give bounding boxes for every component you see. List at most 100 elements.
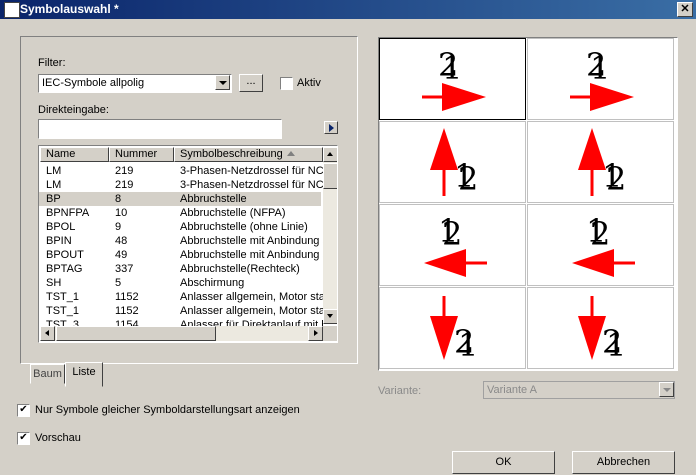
arrow-up-icon — [327, 152, 333, 156]
app-icon — [4, 2, 20, 18]
sort-ascending-icon — [287, 151, 295, 156]
column-header-description-label: Symbolbeschreibung — [180, 148, 283, 160]
table-row[interactable]: TST_1 1152 Anlasser allgemein, Motor sta — [39, 290, 323, 304]
cell-number: 9 — [115, 221, 122, 233]
table-row[interactable]: SH 5 Abschirmung — [39, 276, 321, 290]
symbol-pin-number: 2 — [590, 215, 611, 253]
vertical-scrollbar[interactable] — [323, 147, 337, 324]
symbol-preview-grid: 2121121212122121 — [378, 37, 678, 371]
cell-description: Abbruchstelle (NFPA) — [180, 207, 286, 219]
cancel-button[interactable]: Abbrechen — [572, 451, 675, 474]
cell-name: BPTAG — [46, 263, 83, 275]
scroll-up-button[interactable] — [323, 147, 337, 162]
cell-number: 48 — [115, 235, 128, 247]
cell-name: BPOUT — [46, 249, 84, 261]
table-row[interactable]: BPIN 48 Abbruchstelle mit Anbindung a — [39, 234, 323, 248]
same-representation-checkbox[interactable]: ✔ — [17, 404, 30, 417]
table-row[interactable]: BPOUT 49 Abbruchstelle mit Anbindung a — [39, 248, 323, 262]
table-row[interactable]: BPNFPA 10 Abbruchstelle (NFPA) — [39, 206, 321, 220]
ok-button[interactable]: OK — [452, 451, 555, 474]
cell-description: Abbruchstelle (ohne Linie) — [180, 221, 308, 233]
cell-name: BPOL — [46, 221, 76, 233]
scroll-right-button[interactable] — [308, 326, 323, 341]
table-row[interactable]: LM 219 3-Phasen-Netzdrossel für NC- — [39, 178, 323, 192]
cell-number: 337 — [115, 263, 134, 275]
filter-edit-button[interactable]: ... — [239, 74, 263, 92]
horizontal-scrollbar[interactable] — [40, 326, 323, 341]
active-checkbox[interactable] — [280, 77, 293, 90]
column-header-description[interactable]: Symbolbeschreibung — [174, 147, 323, 162]
direct-input-label: Direkteingabe: — [38, 104, 109, 116]
cell-number: 5 — [115, 277, 122, 289]
symbol-preview-cell[interactable]: 21 — [379, 287, 526, 369]
preview-checkbox[interactable]: ✔ — [17, 432, 30, 445]
symbol-pin-number: 2 — [458, 160, 479, 198]
symbol-pin-number: 1 — [606, 326, 627, 364]
column-header-name[interactable]: Name — [40, 147, 109, 162]
variant-label: Variante: — [378, 385, 422, 397]
cell-number: 1152 — [115, 291, 139, 303]
symbol-list[interactable]: Name Nummer Symbolbeschreibung LM 219 3-Ph… — [38, 145, 338, 343]
tab-list[interactable]: Liste — [65, 362, 103, 387]
arrow-left-icon — [45, 330, 49, 336]
variant-dropdown-button[interactable] — [659, 382, 674, 397]
filter-dropdown-button[interactable] — [215, 75, 230, 90]
scroll-down-button[interactable] — [323, 309, 337, 324]
cell-number: 8 — [115, 193, 122, 205]
symbol-pin-number: 2 — [606, 160, 627, 198]
arrow-down-icon — [327, 314, 333, 318]
table-row[interactable]: BPOL 9 Abbruchstelle (ohne Linie) — [39, 220, 321, 234]
close-button[interactable]: ✕ — [677, 2, 693, 17]
cell-description: Anlasser allgemein, Motor sta — [180, 305, 323, 317]
cell-description: Abbruchstelle mit Anbindung a — [180, 249, 323, 261]
arrow-right-icon — [314, 330, 318, 336]
variant-dropdown[interactable]: Variante A — [483, 381, 675, 399]
direct-input-go-button[interactable] — [324, 121, 338, 134]
cell-description: Abbruchstelle mit Anbindung a — [180, 235, 323, 247]
cell-name: SH — [46, 277, 62, 289]
direct-input-field[interactable] — [38, 119, 282, 139]
cell-number: 1152 — [115, 305, 139, 317]
cell-description: Abschirmung — [180, 277, 245, 289]
filter-label: Filter: — [38, 57, 66, 69]
chevron-down-icon — [219, 81, 227, 85]
cell-description: Abbruchstelle(Rechteck) — [180, 263, 300, 275]
symbol-preview-cell[interactable]: 12 — [379, 204, 526, 286]
tab-tree[interactable]: Baum — [30, 364, 65, 384]
cell-number: 219 — [115, 179, 134, 191]
table-row[interactable]: LM 219 3-Phasen-Netzdrossel für NC- — [39, 164, 323, 178]
symbol-preview-cell[interactable]: 21 — [527, 287, 674, 369]
filter-dropdown[interactable]: IEC-Symbole allpolig — [38, 74, 232, 93]
symbol-preview-cell[interactable]: 21 — [379, 38, 526, 120]
cell-number: 49 — [115, 249, 128, 261]
table-row[interactable]: BPTAG 337 Abbruchstelle(Rechteck) — [39, 262, 321, 276]
table-row[interactable]: BP 8 Abbruchstelle — [39, 192, 321, 206]
symbol-pin-number: 1 — [442, 49, 463, 87]
cell-name: TST_1 — [46, 305, 80, 317]
filter-value: IEC-Symbole allpolig — [42, 77, 145, 89]
horizontal-scroll-thumb[interactable] — [56, 326, 216, 341]
symbol-preview-cell[interactable]: 12 — [527, 121, 674, 203]
symbol-preview-cell[interactable]: 21 — [527, 38, 674, 120]
cell-name: TST_1 — [46, 291, 80, 303]
same-representation-label: Nur Symbole gleicher Symboldarstellungsa… — [35, 404, 300, 416]
active-label: Aktiv — [297, 77, 321, 89]
column-header-number[interactable]: Nummer — [109, 147, 174, 162]
play-icon — [329, 124, 334, 132]
symbol-pin-number: 1 — [458, 326, 479, 364]
title-bar: Symbolauswahl * ✕ — [0, 0, 696, 19]
list-rows: LM 219 3-Phasen-Netzdrossel für NC- LM 219 3-… — [39, 164, 323, 331]
cell-name: BPNFPA — [46, 207, 90, 219]
preview-label: Vorschau — [35, 432, 81, 444]
cell-description: 3-Phasen-Netzdrossel für NC- — [180, 179, 323, 191]
symbol-pin-number: 2 — [442, 215, 463, 253]
cell-name: LM — [46, 165, 62, 177]
table-row[interactable]: TST_1 1152 Anlasser allgemein, Motor sta — [39, 304, 323, 318]
vertical-scroll-thumb[interactable] — [323, 163, 337, 189]
checkmark-icon: ✔ — [19, 404, 28, 415]
cell-number: 219 — [115, 165, 134, 177]
symbol-preview-cell[interactable]: 12 — [379, 121, 526, 203]
scroll-left-button[interactable] — [40, 326, 55, 341]
cell-name: BPIN — [46, 235, 72, 247]
symbol-preview-cell[interactable]: 12 — [527, 204, 674, 286]
